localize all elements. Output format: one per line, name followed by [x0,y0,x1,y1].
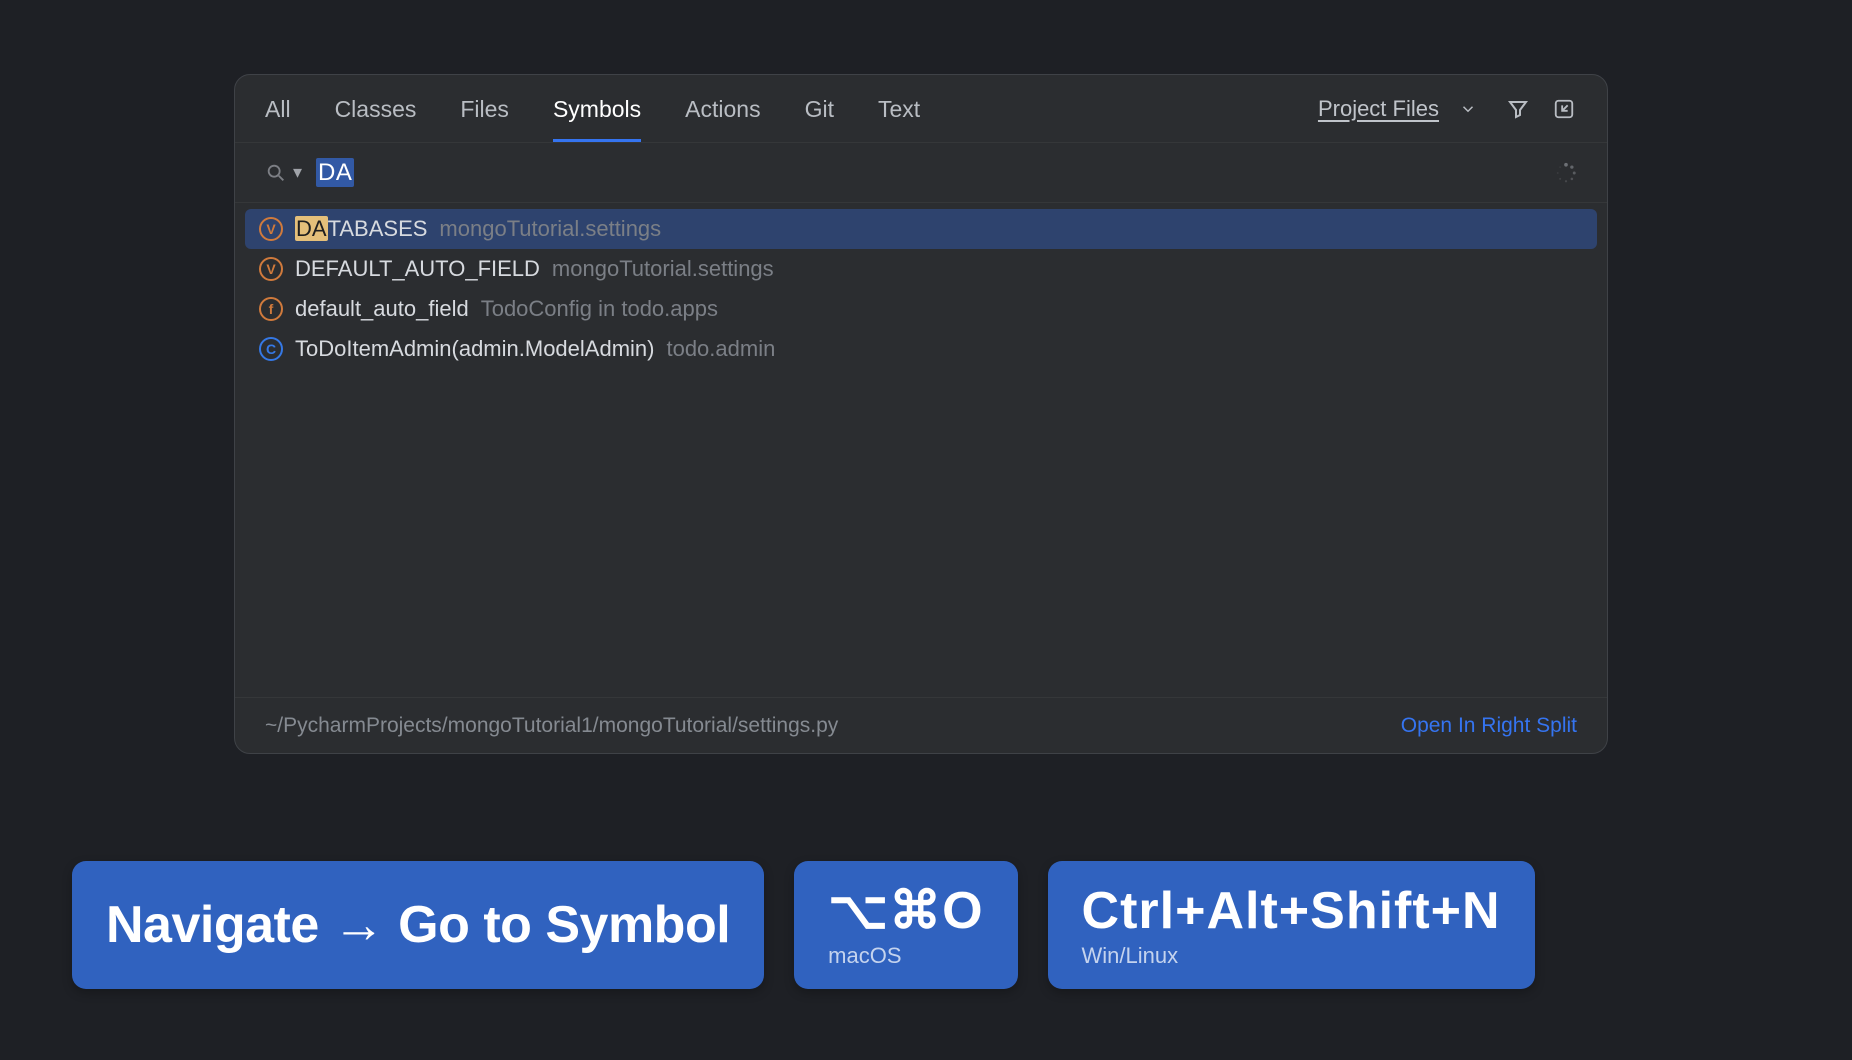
result-location: mongoTutorial.settings [439,216,661,242]
tab-symbols[interactable]: Symbols [553,76,641,142]
macos-label: macOS [828,943,983,969]
search-everywhere-popup: All Classes Files Symbols Actions Git Text Pro… [234,74,1608,754]
result-item[interactable]: C ToDoItemAdmin(admin.ModelAdmin) todo.ad… [245,329,1597,369]
tab-all[interactable]: All [265,76,291,142]
tab-text[interactable]: Text [878,76,920,142]
macos-shortcut-keys: ⌥⌘O [828,881,983,941]
tab-actions[interactable]: Actions [685,76,760,142]
tabs-row: All Classes Files Symbols Actions Git Text Pro… [235,75,1607,143]
tab-classes[interactable]: Classes [335,76,417,142]
tab-git[interactable]: Git [805,76,834,142]
result-name: ToDoItemAdmin(admin.ModelAdmin) [295,336,654,362]
search-row: ▾ DA [235,143,1607,203]
filter-icon[interactable] [1505,96,1531,122]
result-name: default_auto_field [295,296,469,322]
scope-selector[interactable]: Project Files [1318,96,1439,122]
result-location: todo.admin [666,336,775,362]
search-caret-icon: ▾ [293,162,302,183]
result-item[interactable]: f default_auto_field TodoConfig in todo.a… [245,289,1597,329]
search-icon [265,162,287,184]
result-item[interactable]: V DATABASES mongoTutorial.settings [245,209,1597,249]
variable-icon: V [259,217,283,241]
result-name: DATABASES [295,216,427,242]
result-item[interactable]: V DEFAULT_AUTO_FIELD mongoTutorial.settin… [245,249,1597,289]
chevron-down-icon[interactable] [1459,96,1485,122]
win-shortcut-pill: Ctrl+Alt+Shift+N Win/Linux [1048,861,1535,989]
class-icon: C [259,337,283,361]
result-file-path: ~/PycharmProjects/mongoTutorial1/mongoTu… [265,714,838,738]
result-location: TodoConfig in todo.apps [481,296,718,322]
loading-spinner-icon [1555,162,1577,184]
search-input[interactable]: DA [316,159,1541,187]
field-icon: f [259,297,283,321]
menu-path-text: Navigate → Go to Symbol [106,895,730,955]
shortcut-pills: Navigate → Go to Symbol ⌥⌘O macOS Ctrl+A… [72,861,1535,989]
win-label: Win/Linux [1082,943,1501,969]
result-location: mongoTutorial.settings [552,256,774,282]
menu-path-pill: Navigate → Go to Symbol [72,861,764,989]
variable-icon: V [259,257,283,281]
open-in-tool-window-icon[interactable] [1551,96,1577,122]
popup-footer: ~/PycharmProjects/mongoTutorial1/mongoTu… [235,697,1607,753]
results-list: V DATABASES mongoTutorial.settings V DEFAUL… [235,203,1607,697]
open-in-right-split-link[interactable]: Open In Right Split [1401,714,1577,738]
win-shortcut-keys: Ctrl+Alt+Shift+N [1082,881,1501,941]
result-name: DEFAULT_AUTO_FIELD [295,256,540,282]
macos-shortcut-pill: ⌥⌘O macOS [794,861,1017,989]
tab-files[interactable]: Files [460,76,509,142]
